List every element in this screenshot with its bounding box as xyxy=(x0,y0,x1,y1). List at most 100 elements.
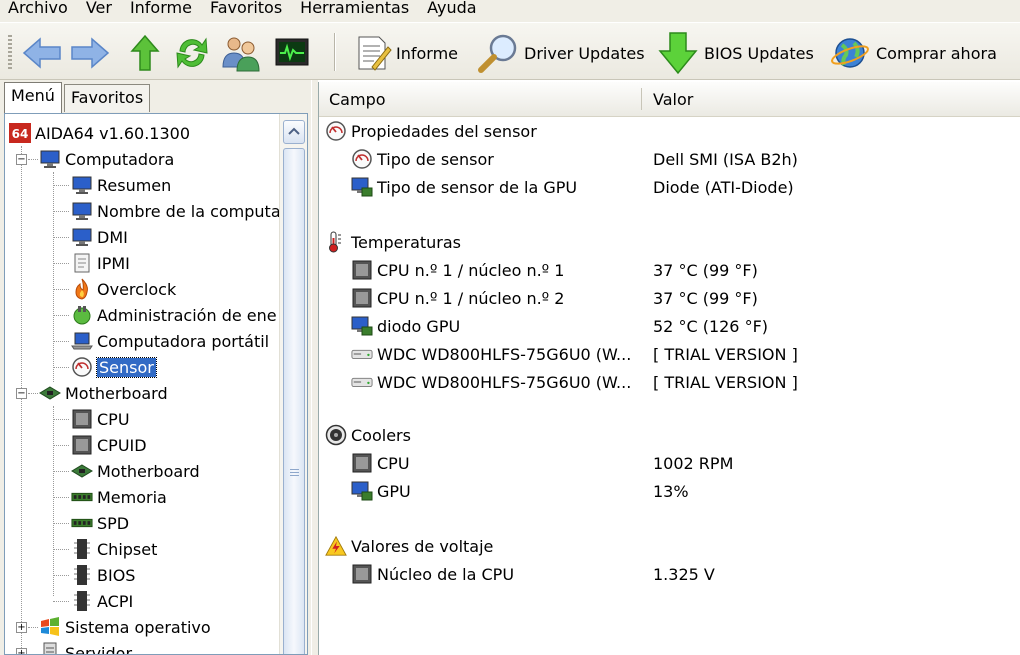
expand-servidor-toggle[interactable]: + xyxy=(16,648,27,654)
menu-ver[interactable]: Ver xyxy=(78,0,122,18)
column-valor[interactable]: Valor xyxy=(653,90,693,109)
tree-item-ipmi[interactable]: IPMI xyxy=(71,250,130,276)
gpu-monitor-icon xyxy=(351,315,373,337)
tree-item-cpu[interactable]: CPU xyxy=(71,406,130,432)
menu-archivo[interactable]: Archivo xyxy=(0,0,78,18)
column-campo[interactable]: Campo xyxy=(329,90,386,109)
bios-updates-button[interactable]: BIOS Updates xyxy=(656,32,814,75)
section-propiedades[interactable]: Propiedades del sensor xyxy=(325,118,1020,144)
flame-icon xyxy=(71,278,93,300)
detail-row[interactable]: WDC WD800HLFS-75G6U0 (W... [ TRIAL VERSI… xyxy=(319,369,1020,395)
aida64-logo-icon: 64 xyxy=(9,122,31,144)
tree-item-overclock[interactable]: Overclock xyxy=(71,276,176,302)
tree-item-resumen[interactable]: Resumen xyxy=(71,172,171,198)
windows-logo-icon xyxy=(39,616,61,638)
toolbar-grip[interactable] xyxy=(8,35,12,71)
download-arrow-icon xyxy=(658,32,698,75)
detail-row[interactable]: Núcleo de la CPU 1.325 V xyxy=(319,561,1020,587)
memory-module-icon xyxy=(71,512,93,534)
detail-row[interactable]: Tipo de sensor Dell SMI (ISA B2h) xyxy=(319,146,1020,172)
tree-item-sistema[interactable]: Sistema operativo xyxy=(39,614,211,640)
scroll-up-button[interactable] xyxy=(283,120,305,144)
column-separator[interactable] xyxy=(641,88,642,110)
collapse-computadora-toggle[interactable]: − xyxy=(16,154,27,165)
detail-row[interactable]: CPU n.º 1 / núcleo n.º 2 37 °C (99 °F) xyxy=(319,285,1020,311)
tree-item-acpi[interactable]: ACPI xyxy=(71,588,133,614)
tree-line xyxy=(53,185,69,186)
detail-value: Dell SMI (ISA B2h) xyxy=(653,149,798,169)
menu-ayuda[interactable]: Ayuda xyxy=(419,0,486,18)
detail-row[interactable]: CPU 1002 RPM xyxy=(319,450,1020,476)
menu-informe[interactable]: Informe xyxy=(122,0,202,18)
tree-item-root[interactable]: 64 AIDA64 v1.60.1300 xyxy=(9,120,190,146)
report-icon xyxy=(358,36,392,71)
detail-row[interactable]: GPU 13% xyxy=(319,478,1020,504)
toolbar: Informe Driver Updates BIOS Updates Comp… xyxy=(0,22,1020,80)
monitor-button[interactable] xyxy=(272,32,312,74)
informe-label: Informe xyxy=(396,43,459,63)
users-button[interactable] xyxy=(220,32,262,74)
tree-item-sensor[interactable]: Sensor xyxy=(71,354,157,380)
detail-row[interactable]: diodo GPU 52 °C (126 °F) xyxy=(319,313,1020,339)
tree-item-dmi[interactable]: DMI xyxy=(71,224,128,250)
up-button[interactable] xyxy=(128,32,162,74)
tree-item-servidor[interactable]: Servidor xyxy=(39,640,132,654)
comprar-button[interactable]: Comprar ahora xyxy=(830,32,997,74)
forward-button[interactable] xyxy=(68,32,112,74)
refresh-icon xyxy=(176,37,208,69)
detail-value: 1.325 V xyxy=(653,564,715,584)
tree-scrollbar[interactable] xyxy=(279,114,307,654)
panel-tabs: Menú Favoritos xyxy=(4,82,152,114)
bios-updates-label: BIOS Updates xyxy=(704,43,814,63)
collapse-motherboard-toggle[interactable]: − xyxy=(16,388,27,399)
hard-drive-icon xyxy=(351,371,373,393)
back-button[interactable] xyxy=(20,32,64,74)
menu-favoritos[interactable]: Favoritos xyxy=(202,0,292,18)
tree-item-chipset[interactable]: Chipset xyxy=(71,536,157,562)
computer-icon xyxy=(71,174,93,196)
tree-item-portatil[interactable]: Computadora portátil xyxy=(71,328,269,354)
tree-item-computadora[interactable]: Computadora xyxy=(39,146,174,172)
tree-item-memoria[interactable]: Memoria xyxy=(71,484,167,510)
tree-item-energia[interactable]: Administración de ene xyxy=(71,302,277,328)
panel-splitter[interactable] xyxy=(311,80,318,655)
tree-item-motherboard[interactable]: Motherboard xyxy=(71,458,200,484)
tab-menu[interactable]: Menú xyxy=(4,82,62,113)
detail-row[interactable]: WDC WD800HLFS-75G6U0 (W... [ TRIAL VERSI… xyxy=(319,341,1020,367)
tree-line xyxy=(53,237,69,238)
tree-line xyxy=(21,146,22,654)
gauge-icon xyxy=(351,148,373,170)
refresh-button[interactable] xyxy=(172,32,212,74)
globe-icon xyxy=(831,38,869,68)
tree-line xyxy=(53,575,69,576)
tree-computadora-label: Computadora xyxy=(65,149,175,169)
tree-item-motherboard-group[interactable]: Motherboard xyxy=(39,380,168,406)
tree-item-spd[interactable]: SPD xyxy=(71,510,129,536)
tree-line xyxy=(53,445,69,446)
tree-item-bios[interactable]: BIOS xyxy=(71,562,135,588)
detail-row[interactable]: CPU n.º 1 / núcleo n.º 1 37 °C (99 °F) xyxy=(319,257,1020,283)
comprar-label: Comprar ahora xyxy=(876,43,997,63)
document-icon xyxy=(71,252,93,274)
informe-button[interactable]: Informe xyxy=(352,32,458,74)
tree-item-label: Chipset xyxy=(97,539,158,559)
tree-item-nombre[interactable]: Nombre de la computa xyxy=(71,198,281,224)
tree-item-label: Administración de ene xyxy=(97,305,277,325)
detail-row[interactable]: Tipo de sensor de la GPU Diode (ATI-Diod… xyxy=(319,174,1020,200)
scroll-thumb[interactable] xyxy=(283,148,305,654)
tree-item-cpuid[interactable]: CPUID xyxy=(71,432,147,458)
tab-favoritos[interactable]: Favoritos xyxy=(63,84,151,112)
tree-item-label: Resumen xyxy=(97,175,172,195)
expand-sistema-toggle[interactable]: + xyxy=(16,622,27,633)
section-voltaje[interactable]: Valores de voltaje xyxy=(325,533,1020,559)
section-title: Temperaturas xyxy=(351,232,461,252)
cpu-chip-icon xyxy=(351,563,373,585)
menu-herramientas[interactable]: Herramientas xyxy=(292,0,419,18)
tree-motherboard-label: Motherboard xyxy=(65,383,168,403)
section-temperaturas[interactable]: Temperaturas xyxy=(325,229,1020,255)
section-coolers[interactable]: Coolers xyxy=(325,422,1020,448)
driver-updates-button[interactable]: Driver Updates xyxy=(476,32,645,74)
section-title: Coolers xyxy=(351,425,411,445)
detail-field: diodo GPU xyxy=(377,316,461,336)
tree-line xyxy=(53,211,69,212)
